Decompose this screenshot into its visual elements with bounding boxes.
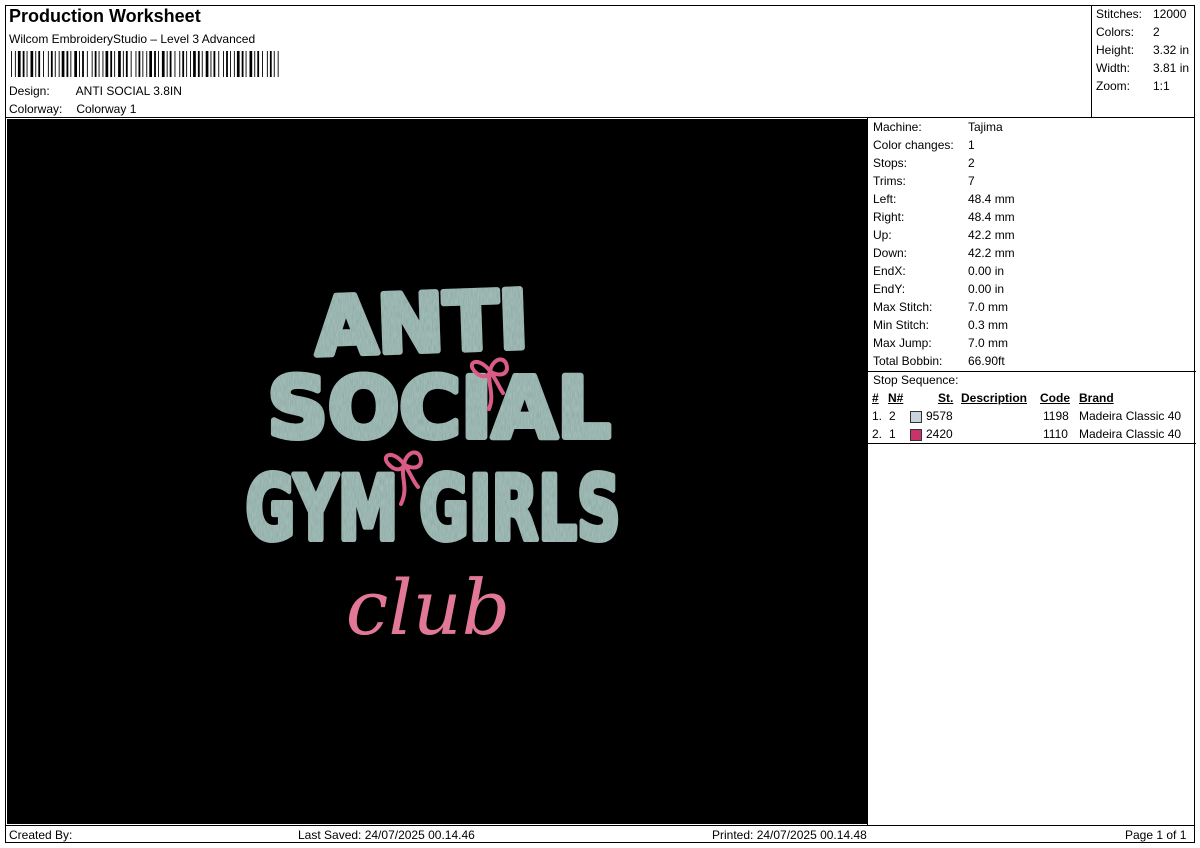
script-club: club [346, 563, 510, 652]
page-number: Page 1 of 1 [1125, 828, 1187, 842]
barcode [11, 51, 279, 77]
design-row: Design: ANTI SOCIAL 3.8IN [9, 84, 182, 98]
line-gym-girls: GYM GIRLS [246, 457, 621, 560]
embroidery-artwork: ANTI SOCIAL GYM GIRLS club [243, 270, 624, 652]
summary-height: Height: 3.32 in [1096, 43, 1190, 57]
footer-divider [5, 825, 1195, 826]
col-header-code: Code [1040, 391, 1070, 405]
prop-up: Up: 42.2 mm [873, 228, 1015, 242]
prop-stops: Stops: 2 [873, 156, 975, 170]
prop-machine: Machine: Tajima [873, 120, 1003, 134]
created-by: Created By: [9, 828, 73, 842]
table-bottom-divider [868, 443, 1196, 444]
prop-right: Right: 48.4 mm [873, 210, 1015, 224]
summary-zoom: Zoom: 1:1 [1096, 79, 1170, 93]
stop-sequence-divider [868, 371, 1196, 372]
design-value: ANTI SOCIAL 3.8IN [75, 84, 182, 98]
last-saved: Last Saved: 24/07/2025 00.14.46 [298, 828, 475, 842]
worksheet-title: Production Worksheet [9, 6, 201, 26]
prop-down: Down: 42.2 mm [873, 246, 1015, 260]
summary-width: Width: 3.81 in [1096, 61, 1190, 75]
line-social: SOCIAL [267, 359, 610, 457]
col-header-stitches: St. [938, 391, 954, 405]
summary-box: Stitches: 12000 Colors: 2 Height: 3.32 in W… [1091, 5, 1196, 117]
thread-color-swatch [910, 429, 922, 441]
prop-color-changes: Color changes: 1 [873, 138, 975, 152]
col-header-brand: Brand [1079, 391, 1114, 405]
colorway-row: Colorway: Colorway 1 [9, 102, 136, 116]
prop-trims: Trims: 7 [873, 174, 975, 188]
table-row: 1. 2 9578 1198 Madeira Classic 40 [872, 409, 1182, 423]
prop-left: Left: 48.4 mm [873, 192, 1015, 206]
design-label: Design: [9, 84, 50, 98]
design-preview: ANTI SOCIAL GYM GIRLS club [7, 119, 867, 824]
prop-max-jump: Max Jump: 7.0 mm [873, 336, 1009, 350]
prop-endx: EndX: 0.00 in [873, 264, 1005, 278]
properties-panel: Machine: Tajima Color changes: 1 Stops: 2 T… [867, 118, 1196, 826]
col-header-index: # [872, 391, 879, 405]
printed-date: Printed: 24/07/2025 00.14.48 [712, 828, 867, 842]
prop-min-stitch: Min Stitch: 0.3 mm [873, 318, 1009, 332]
stop-sequence-title: Stop Sequence: [873, 373, 959, 387]
colorway-label: Colorway: [9, 102, 63, 116]
col-header-needle: N# [888, 391, 904, 405]
software-name: Wilcom EmbroideryStudio – Level 3 Advanc… [9, 32, 256, 46]
thread-color-swatch [910, 411, 922, 423]
prop-max-stitch: Max Stitch: 7.0 mm [873, 300, 1009, 314]
prop-endy: EndY: 0.00 in [873, 282, 1005, 296]
summary-colors: Colors: 2 [1096, 25, 1160, 39]
colorway-value: Colorway 1 [76, 102, 137, 116]
summary-stitches: Stitches: 12000 [1096, 7, 1187, 21]
col-header-description: Description [961, 391, 1028, 405]
prop-total-bobbin: Total Bobbin: 66.90ft [873, 354, 1005, 368]
